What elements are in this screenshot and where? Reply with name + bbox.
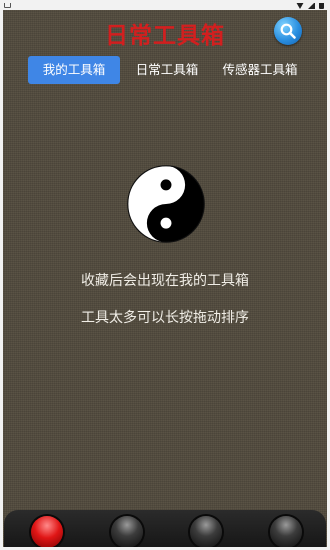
empty-message-favorites: 收藏后会出现在我的工具箱: [81, 273, 249, 289]
dock-button-3[interactable]: [190, 516, 222, 548]
tab-daily-toolbox[interactable]: 日常工具箱: [126, 56, 208, 84]
dock-button-4[interactable]: [270, 516, 302, 548]
tab-bar: 我的工具箱 日常工具箱 传感器工具箱: [0, 56, 330, 84]
dock-button-2[interactable]: [111, 516, 143, 548]
dock-button-1[interactable]: [31, 516, 63, 548]
empty-message-reorder: 工具太多可以长按拖动排序: [81, 310, 249, 326]
status-bar: [0, 0, 330, 10]
tab-sensor-toolbox[interactable]: 传感器工具箱: [214, 56, 306, 84]
search-button[interactable]: [274, 17, 302, 45]
wifi-icon: [296, 1, 304, 9]
signal-icon: [308, 1, 315, 9]
yin-yang-icon: [127, 165, 205, 243]
status-icons: [296, 1, 324, 9]
notification-icon: [4, 1, 11, 8]
battery-icon: [319, 1, 324, 9]
tab-my-toolbox[interactable]: 我的工具箱: [28, 56, 120, 84]
search-icon: [280, 23, 296, 39]
